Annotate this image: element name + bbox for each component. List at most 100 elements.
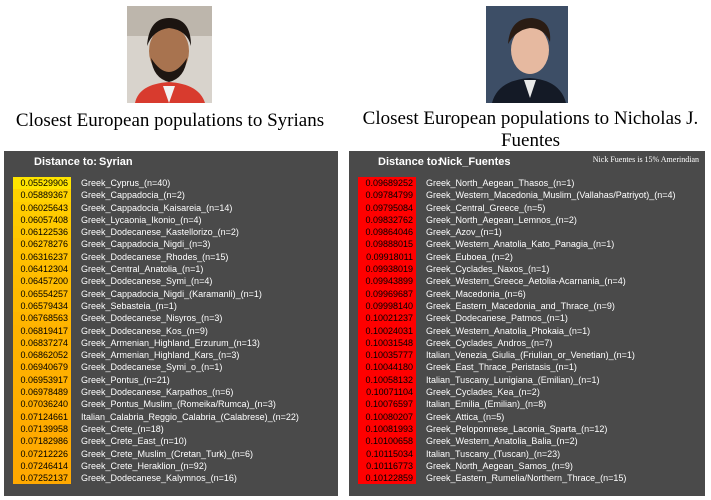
population-name: Greek_Crete_Muslim_(Cretan_Turk)_(n=6) (81, 448, 253, 459)
population-name: Greek_Western_Anatolia_Balia_(n=2) (426, 436, 578, 447)
distance-value-cell: 0.10044180 (358, 361, 416, 374)
distance-value-cell: 0.09938019 (358, 263, 416, 276)
distance-value-cell: 0.06278276 (13, 238, 71, 251)
distance-value-cell: 0.06057408 (13, 213, 71, 227)
syrian-portrait-photo (127, 6, 212, 103)
table-row: 0.06940679 Greek_Dodecanese_Symi_o_(n=1) (4, 361, 338, 374)
population-name: Greek_Cappadocia_Nigdi_(Karamanli)_(n=1) (81, 288, 262, 299)
distance-value-cell: 0.06554257 (13, 287, 71, 300)
target-population-label: Syrian (99, 156, 133, 168)
distance-value-cell: 0.06579434 (13, 299, 71, 313)
amerindian-note: Nick Fuentes is 15% Amerindian (592, 155, 699, 164)
table-row: 0.10100658 Greek_Western_Anatolia_Balia_(… (349, 435, 705, 448)
population-name: Greek_North_Aegean_Thasos_(n=1) (426, 178, 575, 188)
table-row: 0.09888015 Greek_Western_Anatolia_Kato_Pa… (349, 238, 705, 251)
table-row: 0.09832762 Greek_North_Aegean_Lemnos_(n=2… (349, 213, 705, 227)
distance-to-label: Distance to: (378, 156, 441, 168)
population-name: Italian_Tuscany_(Tuscan)_(n=23) (426, 448, 561, 459)
population-name: Greek_Cyclades_Naxos_(n=1) (426, 264, 550, 275)
table-row: 0.07124661 Italian_Calabria_Reggio_Calabr… (4, 410, 338, 423)
table-row: 0.10021237 Greek_Dodecanese_Patmos_(n=1) (349, 312, 705, 325)
table-row: 0.06978489 Greek_Dodecanese_Karpathos_(n=… (4, 386, 338, 399)
distance-value-cell: 0.05889367 (13, 189, 71, 202)
syrian-distance-panel: Distance to: Syrian 0.05529906 Greek_Cypr… (4, 151, 338, 496)
population-name: Greek_Euboea_(n=2) (426, 251, 513, 262)
distance-value-cell: 0.07246414 (13, 459, 71, 473)
population-name: Greek_Dodecanese_Symi_o_(n=1) (81, 362, 223, 373)
distance-value-cell: 0.10100658 (358, 435, 416, 448)
distance-value-cell: 0.10021237 (358, 312, 416, 325)
table-row: 0.10081993 Greek_Peloponnese_Laconia_Spar… (349, 422, 705, 436)
table-row: 0.09943899 Greek_Western_Greece_Aetolia-A… (349, 275, 705, 288)
distance-rows: 0.05529906 Greek_Cyprus_(n=40) 0.05889367 G… (4, 177, 338, 485)
distance-value-cell: 0.06412304 (13, 263, 71, 276)
table-row: 0.06837274 Greek_Armenian_Highland_Erzuru… (4, 336, 338, 350)
population-name: Greek_North_Aegean_Lemnos_(n=2) (426, 214, 577, 225)
caption-fuentes: Closest European populations to Nicholas… (362, 108, 699, 151)
distance-value-cell: 0.10071104 (358, 386, 416, 399)
population-name: Greek_Dodecanese_Kastellorizo_(n=2) (81, 227, 239, 238)
population-name: Greek_Central_Anatolia_(n=1) (81, 264, 204, 275)
table-row: 0.06412304 Greek_Central_Anatolia_(n=1) (4, 263, 338, 276)
distance-value-cell: 0.09832762 (358, 213, 416, 227)
distance-value-cell: 0.10035777 (358, 349, 416, 362)
distance-value-cell: 0.10122859 (358, 472, 416, 485)
population-name: Greek_Cyclades_Kea_(n=2) (426, 387, 540, 398)
table-row: 0.10031548 Greek_Cyclades_Andros_(n=7) (349, 336, 705, 350)
distance-value-cell: 0.06819417 (13, 324, 71, 337)
distance-value-cell: 0.05529906 (13, 177, 71, 190)
distance-value-cell: 0.09784799 (358, 189, 416, 202)
table-row: 0.05529906 Greek_Cyprus_(n=40) (4, 177, 338, 190)
population-name: Greek_Crete_(n=18) (81, 423, 164, 434)
table-row: 0.09969687 Greek_Macedonia_(n=6) (349, 287, 705, 300)
population-name: Greek_Armenian_Highland_Kars_(n=3) (81, 350, 240, 361)
table-row: 0.10044180 Greek_East_Thrace_Peristasis_(… (349, 361, 705, 374)
table-row: 0.09784799 Greek_Western_Macedonia_Muslim… (349, 189, 705, 202)
population-name: Greek_Macedonia_(n=6) (426, 288, 526, 299)
distance-value-cell: 0.09918011 (358, 250, 416, 264)
table-row: 0.06953917 Greek_Pontus_(n=21) (4, 373, 338, 387)
population-name: Greek_Central_Greece_(n=5) (426, 202, 546, 213)
distance-value-cell: 0.09689252 (358, 177, 416, 190)
population-name: Greek_Cyprus_(n=40) (81, 178, 171, 188)
population-name: Italian_Tuscany_Lunigiana_(Emilian)_(n=1… (426, 374, 600, 385)
population-name: Greek_Pontus_(n=21) (81, 374, 170, 385)
population-name: Greek_Armenian_Highland_Erzurum_(n=13) (81, 337, 260, 348)
population-name: Greek_Attica_(n=5) (426, 411, 505, 422)
population-name: Greek_Pontus_Muslim_(Romeika/Rumca)_(n=3… (81, 399, 276, 410)
population-name: Greek_Cappadocia_Kaisareia_(n=14) (81, 202, 233, 213)
population-name: Greek_Dodecanese_Kalymnos_(n=16) (81, 473, 237, 484)
population-name: Greek_Peloponnese_Laconia_Sparta_(n=12) (426, 423, 608, 434)
population-name: Greek_Eastern_Macedonia_and_Thrace_(n=9) (426, 300, 615, 311)
table-row: 0.05889367 Greek_Cappadocia_(n=2) (4, 189, 338, 202)
table-row: 0.06768563 Greek_Dodecanese_Nisyros_(n=3) (4, 312, 338, 325)
table-row: 0.07252137 Greek_Dodecanese_Kalymnos_(n=1… (4, 472, 338, 485)
distance-value-cell: 0.10081993 (358, 422, 416, 436)
population-name: Greek_Sebasteia_(n=1) (81, 300, 177, 311)
distance-value-cell: 0.07252137 (13, 472, 71, 485)
population-name: Greek_Lycaonia_Ikonio_(n=4) (81, 214, 202, 225)
population-name: Greek_Azov_(n=1) (426, 227, 502, 238)
distance-value-cell: 0.06025643 (13, 201, 71, 214)
distance-value-cell: 0.06953917 (13, 373, 71, 387)
distance-value-cell: 0.06122536 (13, 226, 71, 239)
distance-value-cell: 0.06837274 (13, 336, 71, 350)
table-row: 0.10024031 Greek_Western_Anatolia_Phokaia… (349, 324, 705, 337)
population-name: Greek_Dodecanese_Kos_(n=9) (81, 325, 208, 336)
table-row: 0.06554257 Greek_Cappadocia_Nigdi_(Karama… (4, 287, 338, 300)
table-row: 0.06457200 Greek_Dodecanese_Symi_(n=4) (4, 275, 338, 288)
distance-value-cell: 0.07036240 (13, 398, 71, 411)
table-row: 0.07182986 Greek_Crete_East_(n=10) (4, 435, 338, 448)
population-name: Greek_Cappadocia_(n=2) (81, 190, 185, 201)
population-name: Greek_Western_Anatolia_Kato_Panagia_(n=1… (426, 239, 615, 250)
distance-value-cell: 0.09969687 (358, 287, 416, 300)
table-row: 0.09918011 Greek_Euboea_(n=2) (349, 250, 705, 264)
distance-value-cell: 0.06940679 (13, 361, 71, 374)
population-name: Greek_Dodecanese_Symi_(n=4) (81, 276, 213, 287)
population-name: Greek_Dodecanese_Nisyros_(n=3) (81, 313, 223, 324)
population-name: Greek_Eastern_Rumelia/Northern_Thrace_(n… (426, 473, 627, 484)
population-name: Greek_Cyclades_Andros_(n=7) (426, 337, 553, 348)
table-row: 0.07246414 Greek_Crete_Heraklion_(n=92) (4, 459, 338, 473)
table-row: 0.10116773 Greek_North_Aegean_Samos_(n=9) (349, 459, 705, 473)
distance-value-cell: 0.07124661 (13, 410, 71, 423)
